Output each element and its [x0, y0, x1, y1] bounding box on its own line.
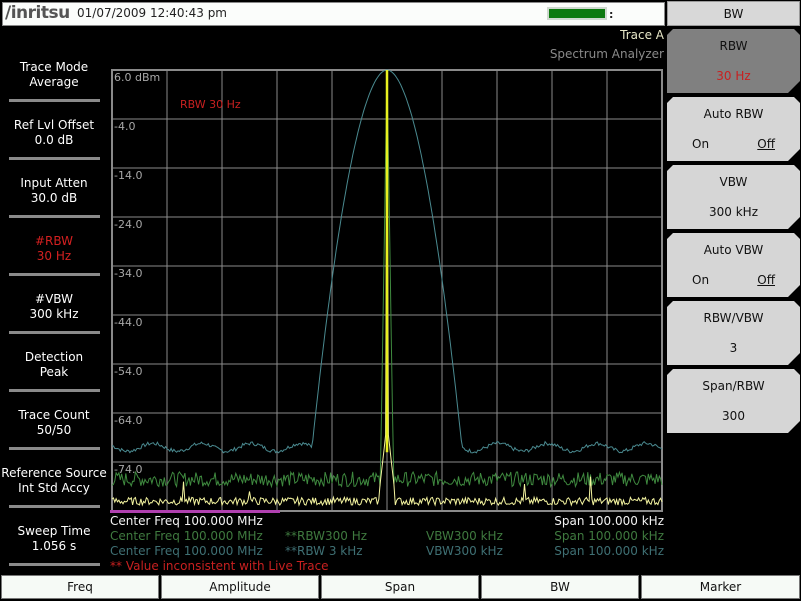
auto-rbw-off: Off [757, 137, 775, 151]
param-value: 50/50 [36, 423, 72, 437]
brand-logo: /inritsu [5, 3, 70, 23]
menu-title: BW [667, 1, 800, 26]
param-separator [9, 331, 100, 334]
rbw-trace-c: **RBW 3 kHz [285, 544, 363, 558]
param-separator [9, 505, 100, 508]
center-freq-trace-c: Center Freq 100.000 MHz [110, 544, 263, 558]
param-separator [9, 447, 100, 450]
tab-bw[interactable]: BW [481, 575, 639, 599]
spectrum-graph: 6.0 dBm -4.0 -14.0 -24.0 -34.0 -44.0 -54.0 -64.… [110, 68, 664, 513]
param-trace-mode: Trace Mode Average [0, 60, 108, 90]
softkey-span-rbw[interactable]: Span/RBW 300 [667, 369, 800, 433]
sweep-progress-bar [110, 510, 280, 513]
param-value: 0.0 dB [34, 133, 74, 147]
param-label: Reference Source [1, 466, 107, 480]
y-tick-label: -14.0 [114, 169, 142, 182]
softkey-rbw-vbw-title: RBW/VBW [703, 311, 764, 325]
param-label: Trace Count [18, 408, 90, 422]
param-value: 30 Hz [36, 249, 72, 263]
y-tick-label: 6.0 dBm [114, 71, 160, 84]
param-label: Trace Mode [19, 60, 89, 74]
vbw-trace-b: VBW300 kHz [426, 529, 503, 543]
softkey-rbw[interactable]: RBW 30 Hz [667, 29, 800, 93]
center-freq-trace-b: Center Freq 100.000 MHz [110, 529, 263, 543]
param-separator [9, 215, 100, 218]
y-tick-label: -54.0 [114, 365, 142, 378]
softkey-span-rbw-title: Span/RBW [702, 379, 765, 393]
param-value: 300 kHz [29, 307, 79, 321]
tab-amplitude[interactable]: Amplitude [161, 575, 319, 599]
param-separator [9, 99, 100, 102]
param-label: Ref Lvl Offset [13, 118, 95, 132]
span-live: Span 100.000 kHz [554, 514, 664, 528]
param-sweep-time: Sweep Time 1.056 s [0, 524, 108, 554]
softkey-vbw[interactable]: VBW 300 kHz [667, 165, 800, 229]
battery-terminal-icon: : [609, 8, 614, 21]
auto-vbw-on: On [692, 273, 710, 287]
param-ref-lvl-offset: Ref Lvl Offset 0.0 dB [0, 118, 108, 148]
y-tick-label: -64.0 [114, 414, 142, 427]
datetime: 01/07/2009 12:40:43 pm [77, 6, 227, 20]
rbw-trace-b: **RBW300 Hz [285, 529, 368, 543]
param-value: Int Std Accy [18, 481, 90, 495]
span-trace-c: Span 100.000 kHz [554, 544, 664, 558]
y-tick-label: -34.0 [114, 267, 142, 280]
rbw-annotation: RBW 30 Hz [180, 98, 241, 111]
softkey-auto-rbw[interactable]: Auto RBW On Off [667, 97, 800, 161]
tab-marker[interactable]: Marker [641, 575, 800, 599]
center-freq-live: Center Freq 100.000 MHz [110, 514, 263, 528]
softkey-span-rbw-value: 300 [722, 409, 745, 423]
param-value: Average [29, 75, 79, 89]
param-reference-source: Reference Source Int Std Accy [0, 466, 108, 496]
battery-icon [547, 7, 607, 20]
param-value: 30.0 dB [30, 191, 78, 205]
param-label: Input Atten [20, 176, 88, 190]
param-trace-count: Trace Count 50/50 [0, 408, 108, 438]
y-tick-label: -44.0 [114, 316, 142, 329]
param-label: Detection [24, 350, 84, 364]
softkey-rbw-title: RBW [719, 39, 748, 53]
span-trace-b: Span 100.000 kHz [554, 529, 664, 543]
param-label: #VBW [35, 292, 73, 306]
softkey-vbw-value: 300 kHz [709, 205, 758, 219]
param-vbw: #VBW 300 kHz [0, 292, 108, 322]
softkey-rbw-vbw[interactable]: RBW/VBW 3 [667, 301, 800, 365]
param-label: Sweep Time [17, 524, 91, 538]
warning-text: ** Value inconsistent with Live Trace [110, 559, 329, 573]
softkey-auto-vbw[interactable]: Auto VBW On Off [667, 233, 800, 297]
y-tick-label: -24.0 [114, 218, 142, 231]
param-separator [9, 157, 100, 160]
softkey-vbw-title: VBW [719, 175, 748, 189]
param-value: Peak [39, 365, 69, 379]
param-input-atten: Input Atten 30.0 dB [0, 176, 108, 206]
y-tick-label: -4.0 [114, 120, 135, 133]
softkey-rbw-value: 30 Hz [716, 69, 751, 83]
param-separator [9, 273, 100, 276]
spectrum-plot: 6.0 dBm -4.0 -14.0 -24.0 -34.0 -44.0 -54.0 -64.… [111, 69, 663, 513]
softkey-rbw-vbw-value: 3 [729, 341, 738, 355]
param-label: #RBW [34, 234, 74, 248]
tab-freq[interactable]: Freq [1, 575, 159, 599]
vbw-trace-c: VBW300 kHz [426, 544, 503, 558]
trace-label: Trace A [620, 28, 664, 42]
tab-span[interactable]: Span [321, 575, 479, 599]
softkey-auto-rbw-title: Auto RBW [703, 107, 764, 121]
param-rbw: #RBW 30 Hz [0, 234, 108, 264]
param-detection: Detection Peak [0, 350, 108, 380]
auto-vbw-off: Off [757, 273, 775, 287]
softkey-auto-vbw-title: Auto VBW [703, 243, 764, 257]
param-separator [9, 389, 100, 392]
param-value: 1.056 s [31, 539, 77, 553]
param-separator [9, 563, 100, 566]
auto-rbw-on: On [692, 137, 710, 151]
mode-label: Spectrum Analyzer [549, 47, 664, 61]
